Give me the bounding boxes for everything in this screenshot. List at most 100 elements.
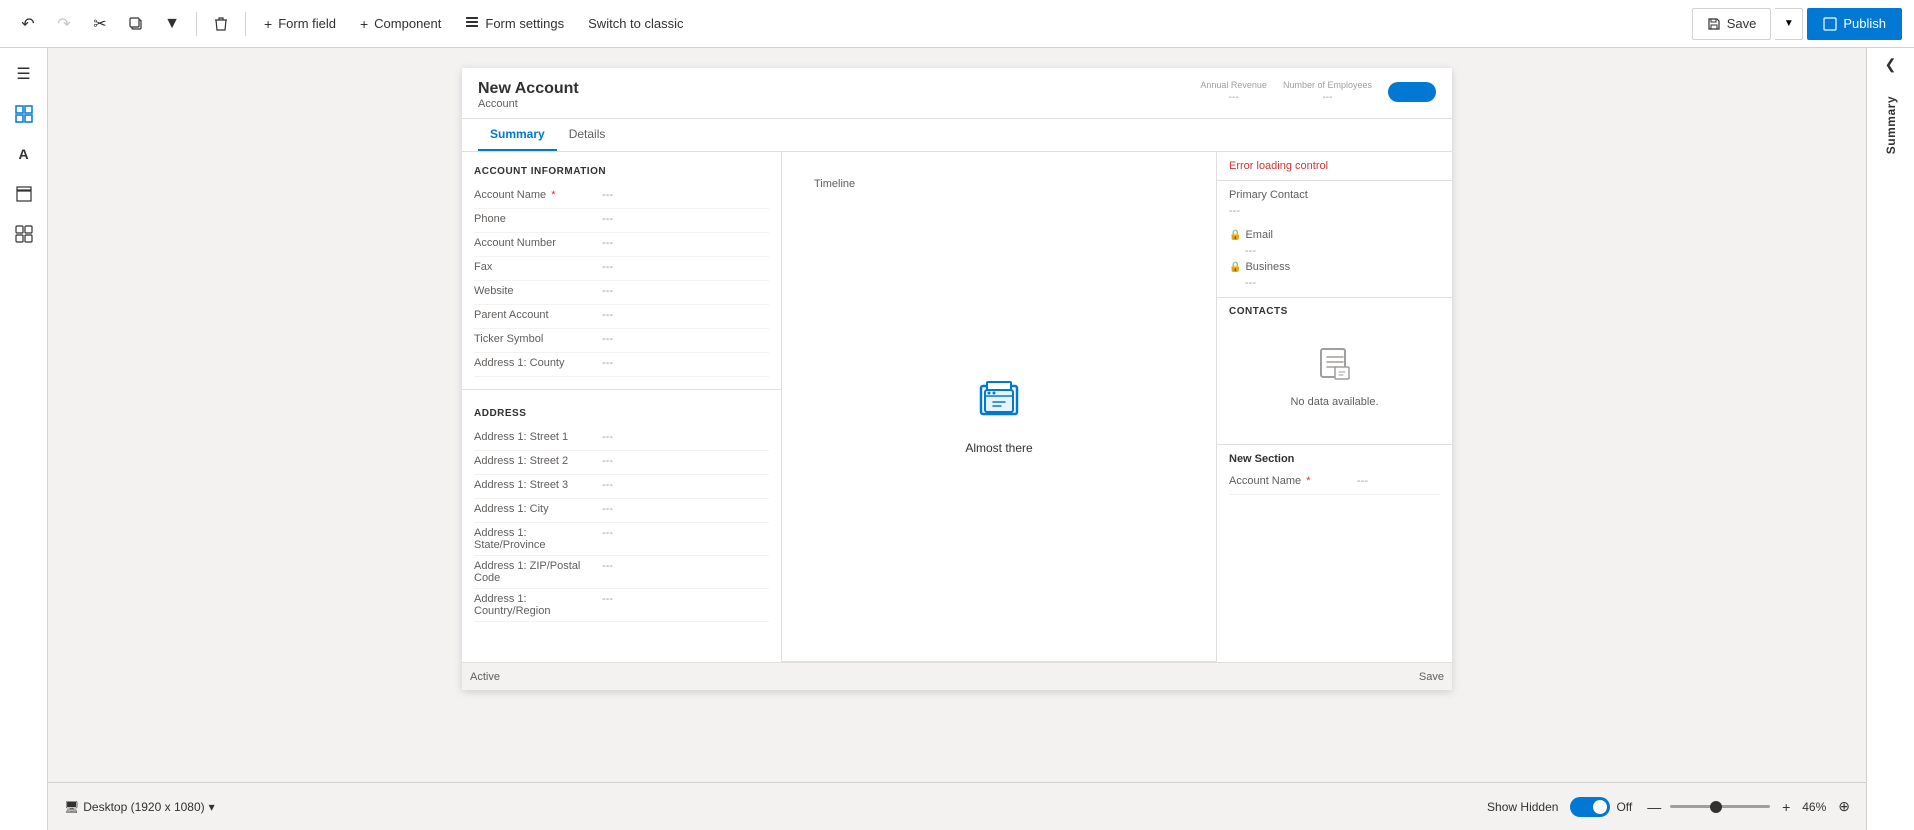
- plus-icon-2: +: [360, 16, 368, 32]
- zoom-in-button[interactable]: +: [1776, 799, 1796, 815]
- tab-summary[interactable]: Summary: [478, 119, 557, 151]
- right-panel-close-button[interactable]: ❮: [1885, 56, 1897, 73]
- form-left-column: ACCOUNT INFORMATION Account Name * --- P…: [462, 152, 782, 662]
- timeline-almost-there: Almost there: [965, 441, 1032, 455]
- form-middle-column: Timeline: [782, 152, 1217, 662]
- bottom-left: 🖥 Desktop (1920 x 1080) ▾: [64, 800, 215, 814]
- business-row: 🔒 Business: [1229, 257, 1440, 277]
- contacts-title: CONTACTS: [1229, 306, 1440, 317]
- dropdown-button[interactable]: ▼: [156, 8, 188, 40]
- zoom-slider[interactable]: [1670, 805, 1770, 808]
- separator-2: [245, 12, 246, 36]
- field-phone: Phone ---: [474, 209, 769, 233]
- field-state: Address 1: State/Province ---: [474, 523, 769, 556]
- address-title: ADDRESS: [474, 402, 769, 423]
- sidebar-layers-icon[interactable]: [6, 176, 42, 212]
- left-sidebar: ☰ A: [0, 48, 48, 830]
- dropdown-icon: ▾: [209, 800, 215, 814]
- zoom-percent: 46%: [1802, 800, 1826, 814]
- timeline-icon-area: Almost there: [965, 190, 1032, 641]
- canvas-area: New Account Account Annual Revenue --- N…: [48, 48, 1866, 830]
- field-county: Address 1: County ---: [474, 353, 769, 377]
- cut-button[interactable]: ✂: [84, 8, 116, 40]
- toggle-container: Off: [1570, 797, 1632, 817]
- sidebar-hamburger-icon[interactable]: ☰: [6, 56, 42, 92]
- field-website: Website ---: [474, 281, 769, 305]
- component-button[interactable]: + Component: [350, 8, 451, 40]
- sidebar-grid-icon[interactable]: [6, 96, 42, 132]
- field-city: Address 1: City ---: [474, 499, 769, 523]
- form-tabs: Summary Details: [462, 119, 1452, 152]
- settings-icon: [465, 15, 479, 32]
- timeline-section: Timeline: [782, 152, 1216, 662]
- field-account-name: Account Name * ---: [474, 185, 769, 209]
- zoom-fit-button[interactable]: ⊕: [1838, 798, 1850, 815]
- right-panel-label: Summary: [1884, 96, 1898, 154]
- copy-button[interactable]: [120, 8, 152, 40]
- bottom-bar: 🖥 Desktop (1920 x 1080) ▾ Show Hidden Of…: [48, 782, 1866, 830]
- zoom-controls: — + 46%: [1644, 799, 1826, 815]
- form-title-block: New Account Account: [478, 80, 579, 110]
- right-panel: ❮ Summary: [1866, 48, 1914, 830]
- plus-icon-1: +: [264, 16, 272, 32]
- switch-classic-button[interactable]: Switch to classic: [578, 8, 693, 40]
- sidebar-components-icon[interactable]: [6, 216, 42, 252]
- account-info-section: ACCOUNT INFORMATION Account Name * --- P…: [462, 152, 781, 385]
- toggle-off-label: Off: [1616, 800, 1632, 814]
- tab-details[interactable]: Details: [557, 119, 618, 151]
- error-loading-control[interactable]: Error loading control: [1217, 152, 1452, 181]
- monitor-icon: 🖥: [64, 800, 79, 814]
- new-section-block: New Section Account Name * ---: [1217, 444, 1452, 503]
- address-section: ADDRESS Address 1: Street 1 --- Address …: [462, 394, 781, 630]
- new-section-account-name: Account Name * ---: [1229, 471, 1440, 495]
- field-country: Address 1: Country/Region ---: [474, 589, 769, 622]
- contacts-section: CONTACTS No d: [1217, 298, 1452, 436]
- undo-button[interactable]: ↶: [12, 8, 44, 40]
- business-value: ---: [1245, 277, 1440, 289]
- delete-button[interactable]: [205, 8, 237, 40]
- field-street1: Address 1: Street 1 ---: [474, 427, 769, 451]
- status-save: Save: [1419, 671, 1444, 683]
- main-layout: ☰ A New Account Account: [0, 48, 1914, 830]
- zoom-slider-thumb: [1710, 801, 1722, 813]
- field-ticker-symbol: Ticker Symbol ---: [474, 329, 769, 353]
- show-hidden-label: Show Hidden: [1487, 800, 1558, 814]
- field-street3: Address 1: Street 3 ---: [474, 475, 769, 499]
- no-data-icon: [1319, 345, 1351, 388]
- bottom-right: Show Hidden Off — + 46% ⊕: [1487, 797, 1850, 817]
- timeline-icon: [975, 376, 1023, 433]
- save-button[interactable]: Save: [1692, 8, 1772, 40]
- form-right-column: Error loading control Primary Contact --…: [1217, 152, 1452, 662]
- sidebar-text-icon[interactable]: A: [6, 136, 42, 172]
- show-hidden-toggle[interactable]: [1570, 797, 1610, 817]
- form-field-button[interactable]: + Form field: [254, 8, 346, 40]
- form-preview: New Account Account Annual Revenue --- N…: [462, 68, 1452, 690]
- form-subtitle: Account: [478, 98, 579, 110]
- redo-button[interactable]: ↷: [48, 8, 80, 40]
- new-section-title: New Section: [1229, 453, 1440, 465]
- canvas-scroll[interactable]: New Account Account Annual Revenue --- N…: [48, 48, 1866, 782]
- form-settings-button[interactable]: Form settings: [455, 8, 574, 40]
- account-info-title: ACCOUNT INFORMATION: [474, 160, 769, 181]
- form-status-bar: Active Save: [462, 662, 1452, 690]
- timeline-label: Timeline: [802, 172, 867, 190]
- email-row: 🔒 Email: [1229, 225, 1440, 245]
- zoom-out-button[interactable]: —: [1644, 799, 1664, 815]
- annual-revenue-field: Annual Revenue ---: [1200, 80, 1267, 103]
- desktop-selector[interactable]: 🖥 Desktop (1920 x 1080) ▾: [64, 800, 215, 814]
- primary-contact-title: Primary Contact: [1229, 189, 1440, 201]
- form-body: ACCOUNT INFORMATION Account Name * --- P…: [462, 152, 1452, 662]
- save-dropdown-button[interactable]: ▼: [1775, 8, 1803, 40]
- toolbar: ↶ ↷ ✂ ▼ + Form field + Component Form se…: [0, 0, 1914, 48]
- status-toggle[interactable]: [1388, 82, 1436, 102]
- section-divider: [462, 389, 781, 390]
- primary-contact-value: ---: [1229, 205, 1440, 217]
- form-title: New Account: [478, 80, 579, 98]
- field-parent-account: Parent Account ---: [474, 305, 769, 329]
- email-value: ---: [1245, 245, 1440, 257]
- field-zip: Address 1: ZIP/Postal Code ---: [474, 556, 769, 589]
- lock-icon-email: 🔒: [1229, 230, 1241, 241]
- form-header: New Account Account Annual Revenue --- N…: [462, 68, 1452, 119]
- publish-button[interactable]: Publish: [1807, 8, 1902, 40]
- field-fax: Fax ---: [474, 257, 769, 281]
